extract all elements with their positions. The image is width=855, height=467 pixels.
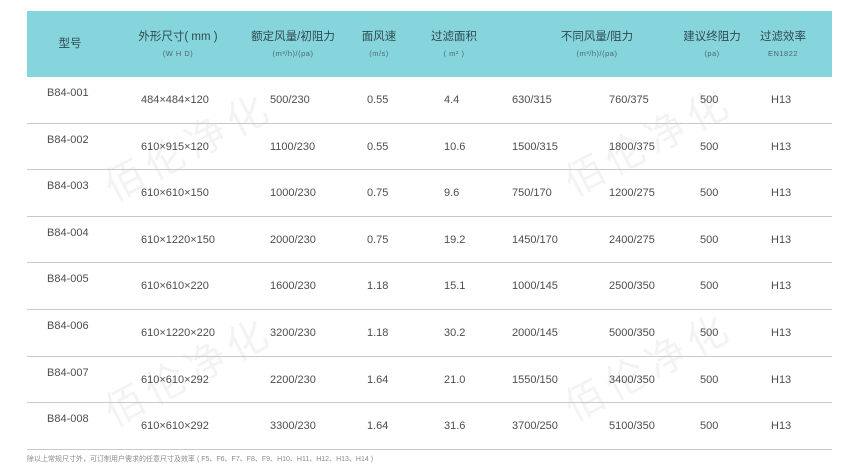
cell-diff-2: 2500/350: [609, 280, 655, 293]
cell-final: 500: [700, 280, 719, 293]
cell-model: B84-003: [47, 180, 89, 193]
table-row: B84-003 610×610×150 1000/230 0.75 9.6 750/170…: [27, 170, 832, 217]
cell-rated: 1100/230: [270, 140, 316, 153]
cell-diff-2: 2400/275: [609, 233, 655, 246]
table-row: B84-008 610×610×292 3300/230 1.64 31.6 3700/2…: [27, 403, 832, 450]
cell-diff-1: 1450/170: [512, 233, 558, 246]
cell-velocity: 0.55: [367, 140, 389, 153]
header-final: 建议终阻力 (pa): [683, 30, 741, 58]
cell-area: 19.2: [444, 233, 466, 246]
table-row: B84-006 610×1220×220 3200/230 1.18 30.2 2000/…: [27, 310, 832, 357]
cell-final: 500: [700, 373, 719, 386]
cell-efficiency: H13: [771, 420, 792, 433]
cell-final: 500: [700, 420, 719, 433]
cell-velocity: 1.18: [367, 326, 389, 339]
cell-rated: 2000/230: [270, 233, 316, 246]
cell-area: 21.0: [444, 373, 466, 386]
cell-diff-1: 1550/150: [512, 373, 558, 386]
cell-area: 10.6: [444, 140, 466, 153]
table-row: B84-007 610×610×292 2200/230 1.64 21.0 1550/1…: [27, 357, 832, 404]
cell-model: B84-006: [47, 319, 89, 332]
cell-size: 610×610×150: [141, 187, 209, 200]
cell-efficiency: H13: [771, 187, 792, 200]
cell-size: 610×1220×220: [141, 326, 216, 339]
cell-velocity: 0.75: [367, 233, 389, 246]
cell-diff-2: 5000/350: [609, 326, 655, 339]
table-header: 型号 外形尺寸( mm ) (W H D) 额定风量/初阻力 (m³/h)/(p…: [27, 11, 832, 77]
header-size: 外形尺寸( mm ) (W H D): [138, 30, 218, 58]
cell-area: 31.6: [444, 420, 466, 433]
table-row: B84-001 484×484×120 500/230 0.55 4.4 630/315 7…: [27, 77, 832, 124]
spec-table: 型号 外形尺寸( mm ) (W H D) 额定风量/初阻力 (m³/h)/(p…: [27, 11, 832, 450]
cell-velocity: 1.64: [367, 420, 389, 433]
cell-final: 500: [700, 187, 719, 200]
cell-model: B84-008: [47, 413, 89, 426]
cell-rated: 3200/230: [270, 326, 316, 339]
cell-final: 500: [700, 233, 719, 246]
cell-rated: 3300/230: [270, 420, 316, 433]
cell-diff-2: 5100/350: [609, 420, 655, 433]
cell-area: 15.1: [444, 280, 466, 293]
cell-efficiency: H13: [771, 140, 792, 153]
cell-velocity: 1.64: [367, 373, 389, 386]
cell-area: 9.6: [444, 187, 460, 200]
cell-rated: 500/230: [270, 94, 310, 106]
cell-rated: 1000/230: [270, 187, 316, 200]
header-rated: 额定风量/初阻力 (m³/h)/(pa): [251, 30, 335, 58]
cell-size: 610×610×292: [141, 373, 209, 386]
cell-efficiency: H13: [771, 326, 792, 339]
cell-diff-1: 3700/250: [512, 420, 558, 433]
table-row: B84-004 610×1220×150 2000/230 0.75 19.2 1450/…: [27, 217, 832, 264]
cell-model: B84-007: [47, 366, 89, 379]
cell-diff-1: 750/170: [512, 187, 552, 200]
header-model: 型号: [58, 38, 82, 50]
cell-diff-1: 630/315: [512, 94, 552, 106]
cell-size: 610×610×292: [141, 420, 209, 433]
cell-diff-1: 2000/145: [512, 326, 558, 339]
cell-diff-2: 1800/375: [609, 140, 655, 153]
footnote: 除以上常规尺寸外，可订制用户需求的任意尺寸及效率 ( F5、F6、F7、F8、F…: [27, 456, 374, 463]
cell-diff-2: 1200/275: [609, 187, 655, 200]
cell-diff-1: 1500/315: [512, 140, 558, 153]
cell-diff-1: 1000/145: [512, 280, 558, 293]
header-velocity: 面风速 (m/s): [361, 30, 397, 58]
cell-velocity: 1.18: [367, 280, 389, 293]
cell-model: B84-005: [47, 273, 89, 286]
cell-size: 610×1220×150: [141, 233, 216, 246]
cell-size: 484×484×120: [141, 94, 209, 106]
cell-model: B84-004: [47, 226, 89, 239]
cell-diff-2: 760/375: [609, 94, 649, 106]
cell-rated: 2200/230: [270, 373, 316, 386]
cell-diff-2: 3400/350: [609, 373, 655, 386]
cell-efficiency: H13: [771, 373, 792, 386]
cell-area: 4.4: [444, 94, 460, 106]
cell-efficiency: H13: [771, 233, 792, 246]
cell-efficiency: H13: [771, 280, 792, 293]
header-efficiency: 过滤效率 EN1822: [760, 30, 806, 58]
cell-size: 610×915×120: [141, 140, 209, 153]
cell-final: 500: [700, 326, 719, 339]
table-body: B84-001 484×484×120 500/230 0.55 4.4 630/315 7…: [27, 77, 832, 450]
header-diff: 不同风量/阻力 (m³/h)/(pa): [560, 30, 634, 58]
cell-velocity: 0.75: [367, 187, 389, 200]
cell-area: 30.2: [444, 326, 466, 339]
cell-velocity: 0.55: [367, 94, 389, 106]
table-row: B84-005 610×610×220 1600/230 1.18 15.1 1000/1…: [27, 263, 832, 310]
cell-efficiency: H13: [771, 94, 792, 106]
cell-final: 500: [700, 94, 719, 106]
cell-rated: 1600/230: [270, 280, 316, 293]
cell-model: B84-001: [47, 87, 89, 99]
cell-model: B84-002: [47, 133, 89, 146]
cell-final: 500: [700, 140, 719, 153]
table-row: B84-002 610×915×120 1100/230 0.55 10.6 1500/3…: [27, 124, 832, 171]
header-area: 过滤面积 ( m² ): [431, 30, 477, 58]
cell-size: 610×610×220: [141, 280, 209, 293]
